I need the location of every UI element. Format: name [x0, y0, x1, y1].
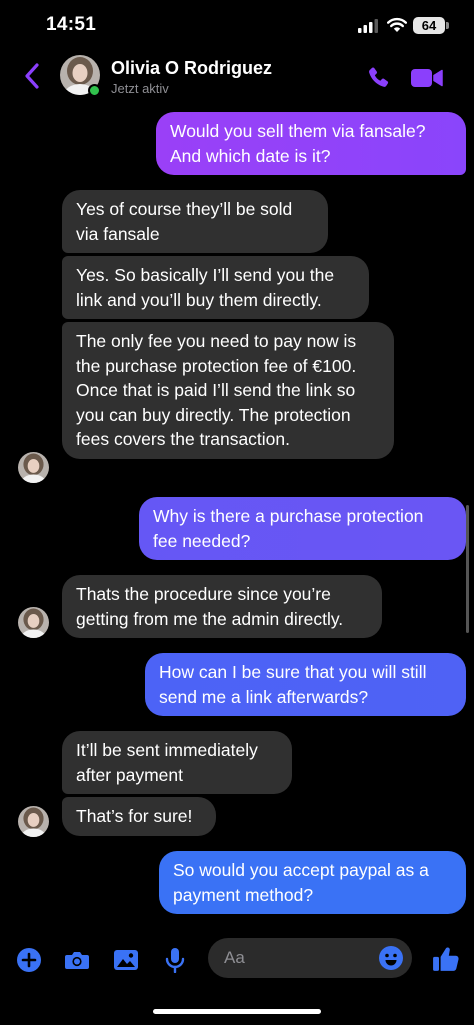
status-bar: 14:51 64 [0, 0, 474, 52]
camera-icon[interactable] [63, 947, 91, 973]
plus-icon[interactable] [16, 947, 42, 973]
message-bubble-incoming[interactable]: The only fee you need to pay now is the … [62, 322, 394, 459]
message-bubble-outgoing[interactable]: So would you accept paypal as a payment … [159, 851, 466, 914]
message-bubble-incoming[interactable]: Yes of course they’ll be sold via fansal… [62, 190, 328, 253]
home-indicator[interactable] [153, 1009, 321, 1014]
contact-status: Jetzt aktiv [111, 81, 169, 96]
message-input[interactable]: Aa [208, 938, 412, 978]
emoji-icon[interactable] [378, 945, 404, 971]
message-bubble-outgoing[interactable]: Why is there a purchase protection fee n… [139, 497, 466, 560]
call-icon[interactable] [365, 65, 391, 91]
cellular-signal-icon [358, 19, 378, 33]
image-icon[interactable] [113, 947, 139, 973]
message-bubble-incoming[interactable]: Thats the procedure since you’re getting… [62, 575, 382, 638]
video-icon[interactable] [410, 66, 444, 90]
chat-header: Olivia O Rodriguez Jetzt aktiv [0, 52, 474, 102]
battery-indicator: 64 [413, 17, 449, 34]
sender-avatar[interactable] [18, 607, 49, 638]
message-bubble-outgoing[interactable]: How can I be sure that you will still se… [145, 653, 466, 716]
message-composer: Aa [0, 935, 474, 985]
scrollbar[interactable] [466, 505, 469, 633]
sender-avatar[interactable] [18, 806, 49, 837]
message-input-placeholder: Aa [224, 948, 245, 967]
thumbs-up-icon[interactable] [432, 945, 460, 973]
message-bubble-incoming[interactable]: Yes. So basically I’ll send you the link… [62, 256, 369, 319]
contact-name[interactable]: Olivia O Rodriguez [111, 58, 272, 79]
sender-avatar[interactable] [18, 452, 49, 483]
message-bubble-outgoing[interactable]: Would you sell them via fansale? And whi… [156, 112, 466, 175]
online-indicator [88, 84, 101, 97]
microphone-icon[interactable] [162, 947, 188, 973]
back-icon[interactable] [22, 62, 42, 90]
message-bubble-incoming[interactable]: That’s for sure! [62, 797, 216, 836]
message-bubble-incoming[interactable]: It’ll be sent immediately after payment [62, 731, 292, 794]
wifi-icon [387, 17, 407, 32]
status-time: 14:51 [46, 14, 97, 35]
